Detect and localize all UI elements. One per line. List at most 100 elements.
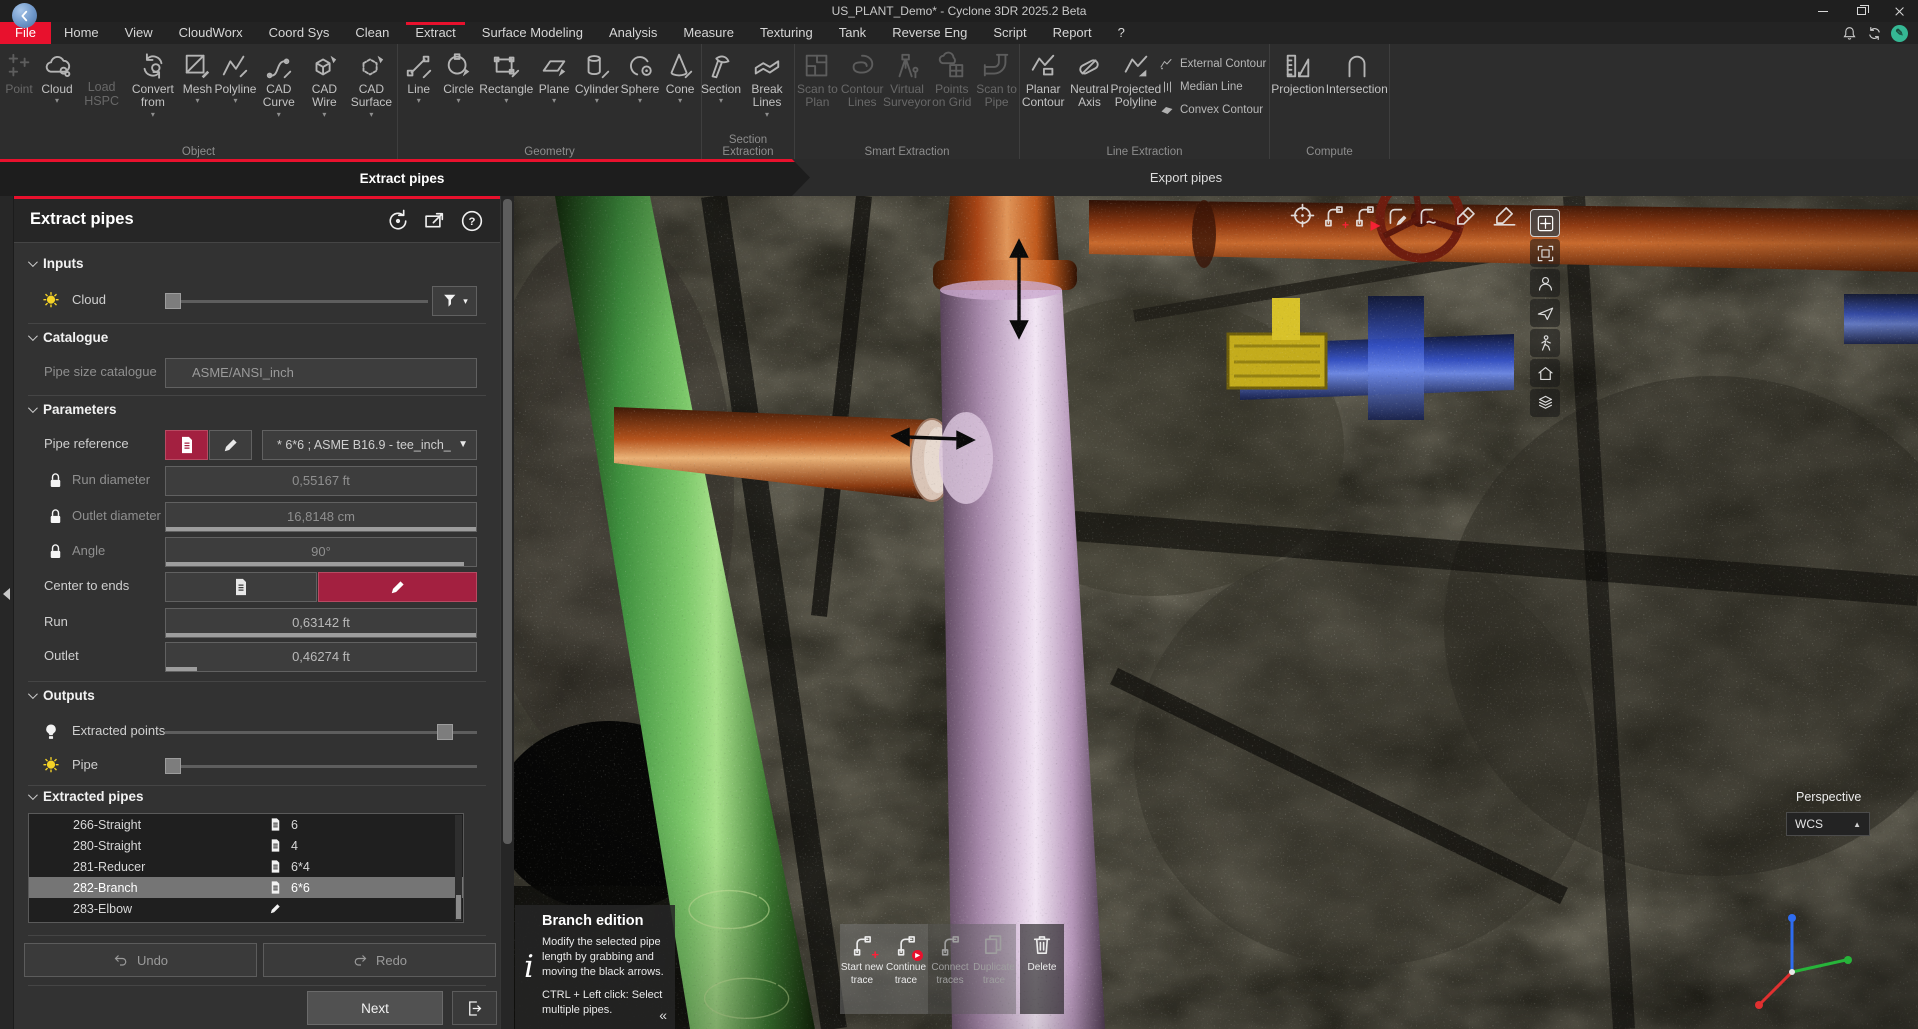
menu-item-coord-sys[interactable]: Coord Sys <box>256 22 343 44</box>
menu-item-report[interactable]: Report <box>1040 22 1105 44</box>
pipe-reference-catalogue-button[interactable] <box>165 430 208 460</box>
ribbon-button-neutral-axis[interactable]: Neutral Axis <box>1066 44 1112 110</box>
redo-button[interactable]: Redo <box>263 943 496 977</box>
menu-item-cloudworx[interactable]: CloudWorx <box>166 22 256 44</box>
pipe-list-item[interactable]: 280-Straight4 <box>29 835 463 856</box>
nav-walk-button[interactable] <box>1530 329 1560 357</box>
trace-button-start-new-trace[interactable]: +Start new trace <box>840 924 884 1014</box>
erase-cloud-icon[interactable] <box>1452 202 1479 229</box>
ribbon-button-cone[interactable]: Cone▾ <box>661 44 699 105</box>
close-button[interactable] <box>1880 0 1918 22</box>
edit-trace-icon[interactable] <box>1382 202 1409 229</box>
cloud-slider[interactable] <box>165 292 428 310</box>
center-pivot-icon[interactable] <box>1289 202 1316 229</box>
trace-button-delete[interactable]: Delete <box>1020 924 1064 1014</box>
menu-item-view[interactable]: View <box>112 22 166 44</box>
ribbon-button-planar-contour[interactable]: Planar Contour <box>1020 44 1066 110</box>
notifications-bell-icon[interactable] <box>1841 25 1858 42</box>
nav-views-button[interactable] <box>1530 389 1560 417</box>
nav-orbit-button[interactable] <box>1530 269 1560 297</box>
pipe-reference-edit-button[interactable] <box>209 430 252 460</box>
ribbon-button-section[interactable]: Section▾ <box>702 44 740 105</box>
sync-icon[interactable] <box>1866 25 1883 42</box>
fit-trace-icon[interactable] <box>1413 202 1440 229</box>
ribbon-button-circle[interactable]: Circle▾ <box>440 44 478 105</box>
maximize-button[interactable] <box>1842 0 1880 22</box>
ribbon-button-convex-contour[interactable]: Convex Contour <box>1159 102 1267 118</box>
detach-button[interactable] <box>422 208 448 234</box>
extracted-pipes-list[interactable]: 266-Straight6280-Straight4281-Reducer6*4… <box>28 813 464 923</box>
ribbon-button-plane[interactable]: Plane▾ <box>535 44 573 105</box>
pipe-slider[interactable] <box>165 757 477 775</box>
export-step-button[interactable] <box>452 991 497 1025</box>
ribbon-button-cloud[interactable]: Cloud▾ <box>38 44 76 105</box>
ribbon-button-cad-wire[interactable]: CAD Wire▾ <box>303 44 346 119</box>
menu-item-[interactable]: ? <box>1105 22 1138 44</box>
section-header-catalogue[interactable]: Catalogue <box>28 330 108 345</box>
nav-target-button[interactable] <box>1530 209 1560 237</box>
erase-points-icon[interactable] <box>1491 202 1518 229</box>
bulb-on-icon[interactable] <box>40 755 62 777</box>
outlet-field[interactable]: 0,46274 ft <box>165 642 477 672</box>
pipe-list-item[interactable]: 282-Branch6*6 <box>29 877 463 898</box>
menu-item-tank[interactable]: Tank <box>826 22 879 44</box>
menu-item-measure[interactable]: Measure <box>670 22 747 44</box>
pipe-list-item[interactable]: 266-Straight6 <box>29 814 463 835</box>
menu-item-texturing[interactable]: Texturing <box>747 22 826 44</box>
ribbon-button-intersection[interactable]: Intersection <box>1326 44 1388 96</box>
help-button[interactable]: ? <box>459 208 485 234</box>
section-header-inputs[interactable]: Inputs <box>28 256 84 271</box>
app-back-button[interactable] <box>12 3 37 28</box>
ribbon-button-cad-surface[interactable]: CAD Surface▾ <box>346 44 397 119</box>
center-to-ends-edit-button[interactable] <box>318 572 477 602</box>
ribbon-button-mesh[interactable]: Mesh▾ <box>178 44 216 105</box>
menu-item-script[interactable]: Script <box>980 22 1039 44</box>
menu-item-home[interactable]: Home <box>51 22 112 44</box>
section-header-outputs[interactable]: Outputs <box>28 688 95 703</box>
undo-button[interactable]: Undo <box>24 943 257 977</box>
menu-item-analysis[interactable]: Analysis <box>596 22 670 44</box>
pipe-list-item[interactable] <box>29 919 463 923</box>
ribbon-button-convert-from[interactable]: Convert from▾ <box>127 44 178 119</box>
ribbon-button-median-line[interactable]: Median Line <box>1159 79 1267 95</box>
nav-fit-button[interactable] <box>1530 239 1560 267</box>
ribbon-button-sphere[interactable]: Sphere▾ <box>621 44 660 105</box>
section-header-parameters[interactable]: Parameters <box>28 402 117 417</box>
ribbon-button-cad-curve[interactable]: CAD Curve▾ <box>254 44 303 119</box>
menu-item-extract[interactable]: Extract <box>402 22 468 44</box>
ribbon-button-external-contour[interactable]: External Contour <box>1159 56 1267 72</box>
menu-item-surface-modeling[interactable]: Surface Modeling <box>469 22 596 44</box>
ribbon-button-line[interactable]: Line▾ <box>400 44 438 105</box>
ribbon-button-rectangle[interactable]: Rectangle▾ <box>479 44 533 105</box>
ribbon-button-projection[interactable]: Projection <box>1271 44 1324 96</box>
collapse-panel-button[interactable] <box>3 588 10 600</box>
section-header-extracted-pipes[interactable]: Extracted pipes <box>28 789 144 804</box>
nav-home-button[interactable] <box>1530 359 1560 387</box>
panel-scrollbar[interactable] <box>500 196 514 1029</box>
3d-viewport[interactable]: +▶ i Branch edition Modify the selected … <box>514 196 1918 1029</box>
nav-fly-button[interactable] <box>1530 299 1560 327</box>
play-trace-icon[interactable]: ▶ <box>1351 202 1378 229</box>
run-field[interactable]: 0,63142 ft <box>165 608 477 638</box>
cloud-filter-button[interactable]: ▾ <box>432 286 477 316</box>
menu-item-clean[interactable]: Clean <box>342 22 402 44</box>
extracted-points-slider[interactable] <box>165 723 477 741</box>
ribbon-button-cylinder[interactable]: Cylinder▾ <box>575 44 619 105</box>
center-to-ends-value-button[interactable] <box>165 572 317 602</box>
reset-button[interactable] <box>385 208 411 234</box>
coordinate-system-button[interactable]: WCS ▲ <box>1786 812 1870 836</box>
bulb-off-icon[interactable] <box>40 721 62 743</box>
next-button[interactable]: Next <box>307 991 443 1025</box>
ribbon-button-projected-polyline[interactable]: Projected Polyline <box>1113 44 1159 110</box>
workflow-step-extract-pipes[interactable]: Extract pipes <box>0 159 810 196</box>
pipe-list-item[interactable]: 283-Elbow <box>29 898 463 919</box>
add-trace-icon[interactable]: + <box>1320 202 1347 229</box>
account-badge-icon[interactable]: ✎ <box>1891 25 1908 42</box>
menu-item-reverse-eng[interactable]: Reverse Eng <box>879 22 980 44</box>
pipe-reference-select[interactable]: * 6*6 ; ASME B16.9 - tee_inch_▼ <box>262 430 477 460</box>
ribbon-button-break-lines[interactable]: Break Lines▾ <box>740 44 794 119</box>
ribbon-button-polyline[interactable]: Polyline▾ <box>216 44 254 105</box>
trace-button-continue-trace[interactable]: ▶Continue trace <box>884 924 928 1014</box>
list-scrollbar[interactable] <box>455 815 462 921</box>
pipe-list-item[interactable]: 281-Reducer6*4 <box>29 856 463 877</box>
